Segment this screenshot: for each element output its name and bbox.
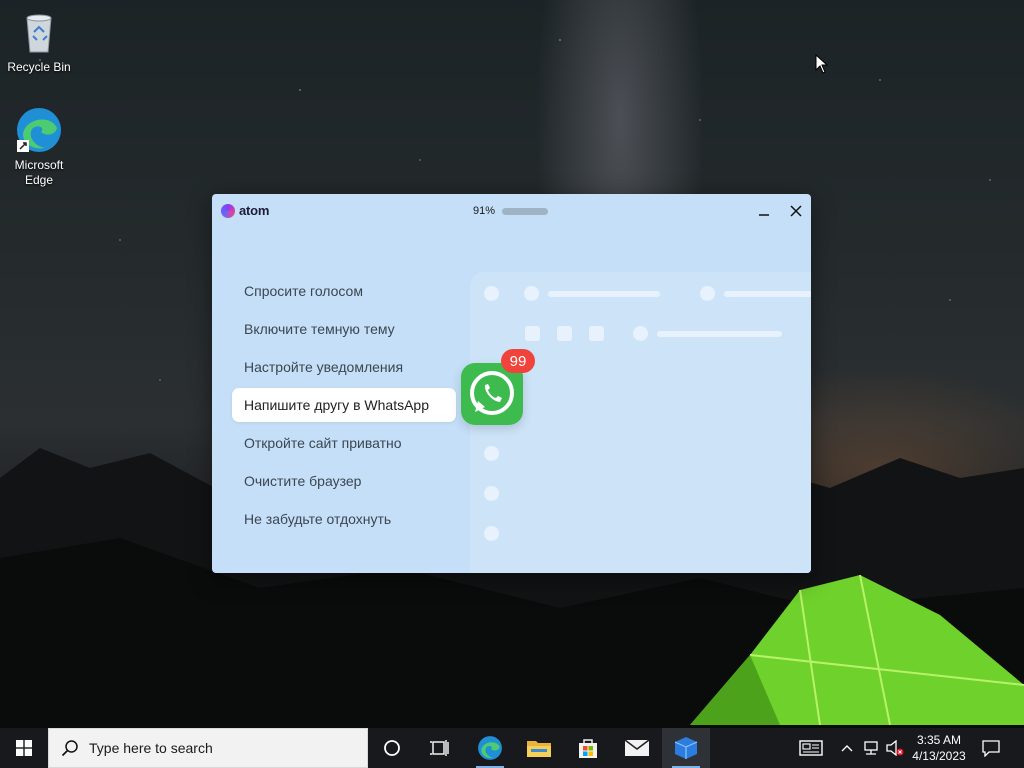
- atom-logo: atom: [221, 203, 269, 218]
- microsoft-store-icon: [579, 739, 597, 758]
- chevron-up-icon: [841, 745, 853, 752]
- desktop-icon-label: Microsoft Edge: [14, 158, 64, 187]
- cortana-icon: [384, 740, 400, 756]
- minimize-icon: [759, 214, 769, 216]
- notification-badge: 99: [501, 349, 535, 373]
- preview-square: [525, 326, 540, 341]
- atom-app-icon: [674, 737, 698, 759]
- taskbar-edge-button[interactable]: [466, 728, 514, 768]
- preview-dot: [700, 286, 715, 301]
- tip-dark-theme[interactable]: Включите темную тему: [232, 312, 472, 346]
- tip-voice-search[interactable]: Спросите голосом: [232, 274, 472, 308]
- clock-date: 4/13/2023: [912, 749, 966, 763]
- recycle-bin-icon: [26, 14, 52, 53]
- tip-notifications[interactable]: Настройте уведомления: [232, 350, 472, 384]
- taskbar-file-explorer-button[interactable]: [515, 728, 563, 768]
- atom-onboarding-window: atom 91% Спросите голосом Включите темну…: [212, 194, 811, 573]
- window-titlebar[interactable]: atom 91%: [212, 194, 811, 228]
- action-center-icon: [982, 740, 1000, 757]
- search-placeholder: Type here to search: [89, 740, 213, 756]
- preview-dot: [484, 286, 499, 301]
- taskbar-search-box[interactable]: Type here to search: [48, 728, 368, 768]
- clock-time: 3:35 AM: [916, 733, 962, 747]
- tip-private-site[interactable]: Откройте сайт приватно: [232, 426, 472, 460]
- taskbar-store-button[interactable]: [564, 728, 612, 768]
- wallpaper-tent: [690, 575, 1024, 725]
- preview-inner-panel: [515, 316, 811, 573]
- desktop-icon-label: Recycle Bin: [7, 60, 71, 74]
- preview-dot: [633, 326, 648, 341]
- tip-whatsapp[interactable]: Напишите другу в WhatsApp: [232, 388, 456, 422]
- taskbar: Type here to search 3:35 AM 4/13/2023: [0, 728, 1024, 768]
- search-icon: [61, 740, 78, 757]
- battery-indicator: 91%: [473, 205, 549, 217]
- battery-bar: [502, 207, 549, 215]
- preview-line: [657, 331, 782, 337]
- taskbar-clock[interactable]: 3:35 AM 4/13/2023: [906, 728, 972, 768]
- taskbar-atom-button[interactable]: [662, 728, 710, 768]
- preview-dot: [524, 286, 539, 301]
- app-name: atom: [239, 203, 270, 218]
- task-view-button[interactable]: [416, 728, 464, 768]
- cortana-button[interactable]: [368, 728, 416, 768]
- windows-logo-icon: [16, 740, 32, 756]
- file-explorer-icon: [527, 741, 551, 757]
- task-view-icon: [430, 740, 449, 756]
- network-button[interactable]: [860, 728, 882, 768]
- desktop-icon-recycle-bin[interactable]: Recycle Bin: [1, 8, 77, 75]
- preview-square: [557, 326, 572, 341]
- news-widget-button[interactable]: [796, 728, 826, 768]
- start-button[interactable]: [0, 728, 48, 768]
- close-button[interactable]: [785, 200, 807, 222]
- minimize-button[interactable]: [753, 200, 775, 222]
- battery-percent: 91%: [473, 205, 496, 217]
- show-hidden-icons-button[interactable]: [838, 728, 856, 768]
- mouse-cursor-icon: [815, 54, 829, 74]
- close-icon: [790, 205, 802, 217]
- tips-list: Спросите голосом Включите темную тему На…: [232, 274, 472, 540]
- tip-take-rest[interactable]: Не забудьте отдохнуть: [232, 502, 472, 536]
- volume-button[interactable]: [884, 728, 906, 768]
- desktop-icon-edge[interactable]: Microsoft Edge: [1, 106, 77, 188]
- volume-muted-icon: [886, 740, 904, 756]
- preview-dot: [484, 486, 499, 501]
- taskbar-mail-button[interactable]: [613, 728, 661, 768]
- preview-dot: [484, 526, 499, 541]
- preview-square: [589, 326, 604, 341]
- preview-line: [724, 291, 811, 297]
- preview-dot: [484, 446, 499, 461]
- tip-clear-browser[interactable]: Очистите браузер: [232, 464, 472, 498]
- notification-center-button[interactable]: [976, 728, 1006, 768]
- edge-icon: [17, 108, 61, 152]
- edge-icon: [478, 736, 502, 760]
- network-icon: [864, 741, 878, 755]
- mail-icon: [625, 739, 649, 756]
- news-icon: [799, 740, 823, 756]
- atom-logo-icon: [221, 203, 235, 218]
- preview-line: [548, 291, 660, 297]
